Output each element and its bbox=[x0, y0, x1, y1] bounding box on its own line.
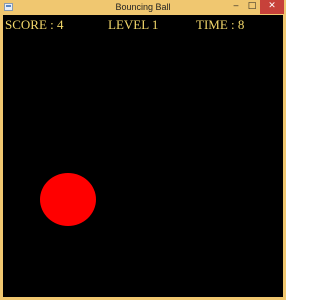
close-button[interactable]: ✕ bbox=[260, 0, 284, 14]
title-bar[interactable]: Bouncing Ball ‒ □ ✕ bbox=[0, 0, 286, 15]
game-window: Bouncing Ball ‒ □ ✕ SCORE : 4 LEVEL 1 TI… bbox=[0, 0, 286, 300]
maximize-button[interactable]: □ bbox=[244, 0, 260, 14]
game-canvas[interactable]: SCORE : 4 LEVEL 1 TIME : 8 bbox=[3, 15, 283, 297]
score-label: SCORE : 4 bbox=[5, 17, 64, 32]
level-label: LEVEL 1 bbox=[108, 17, 159, 32]
time-label: TIME : 8 bbox=[196, 17, 245, 32]
minimize-button[interactable]: ‒ bbox=[228, 0, 244, 14]
bouncing-ball[interactable] bbox=[40, 173, 96, 226]
